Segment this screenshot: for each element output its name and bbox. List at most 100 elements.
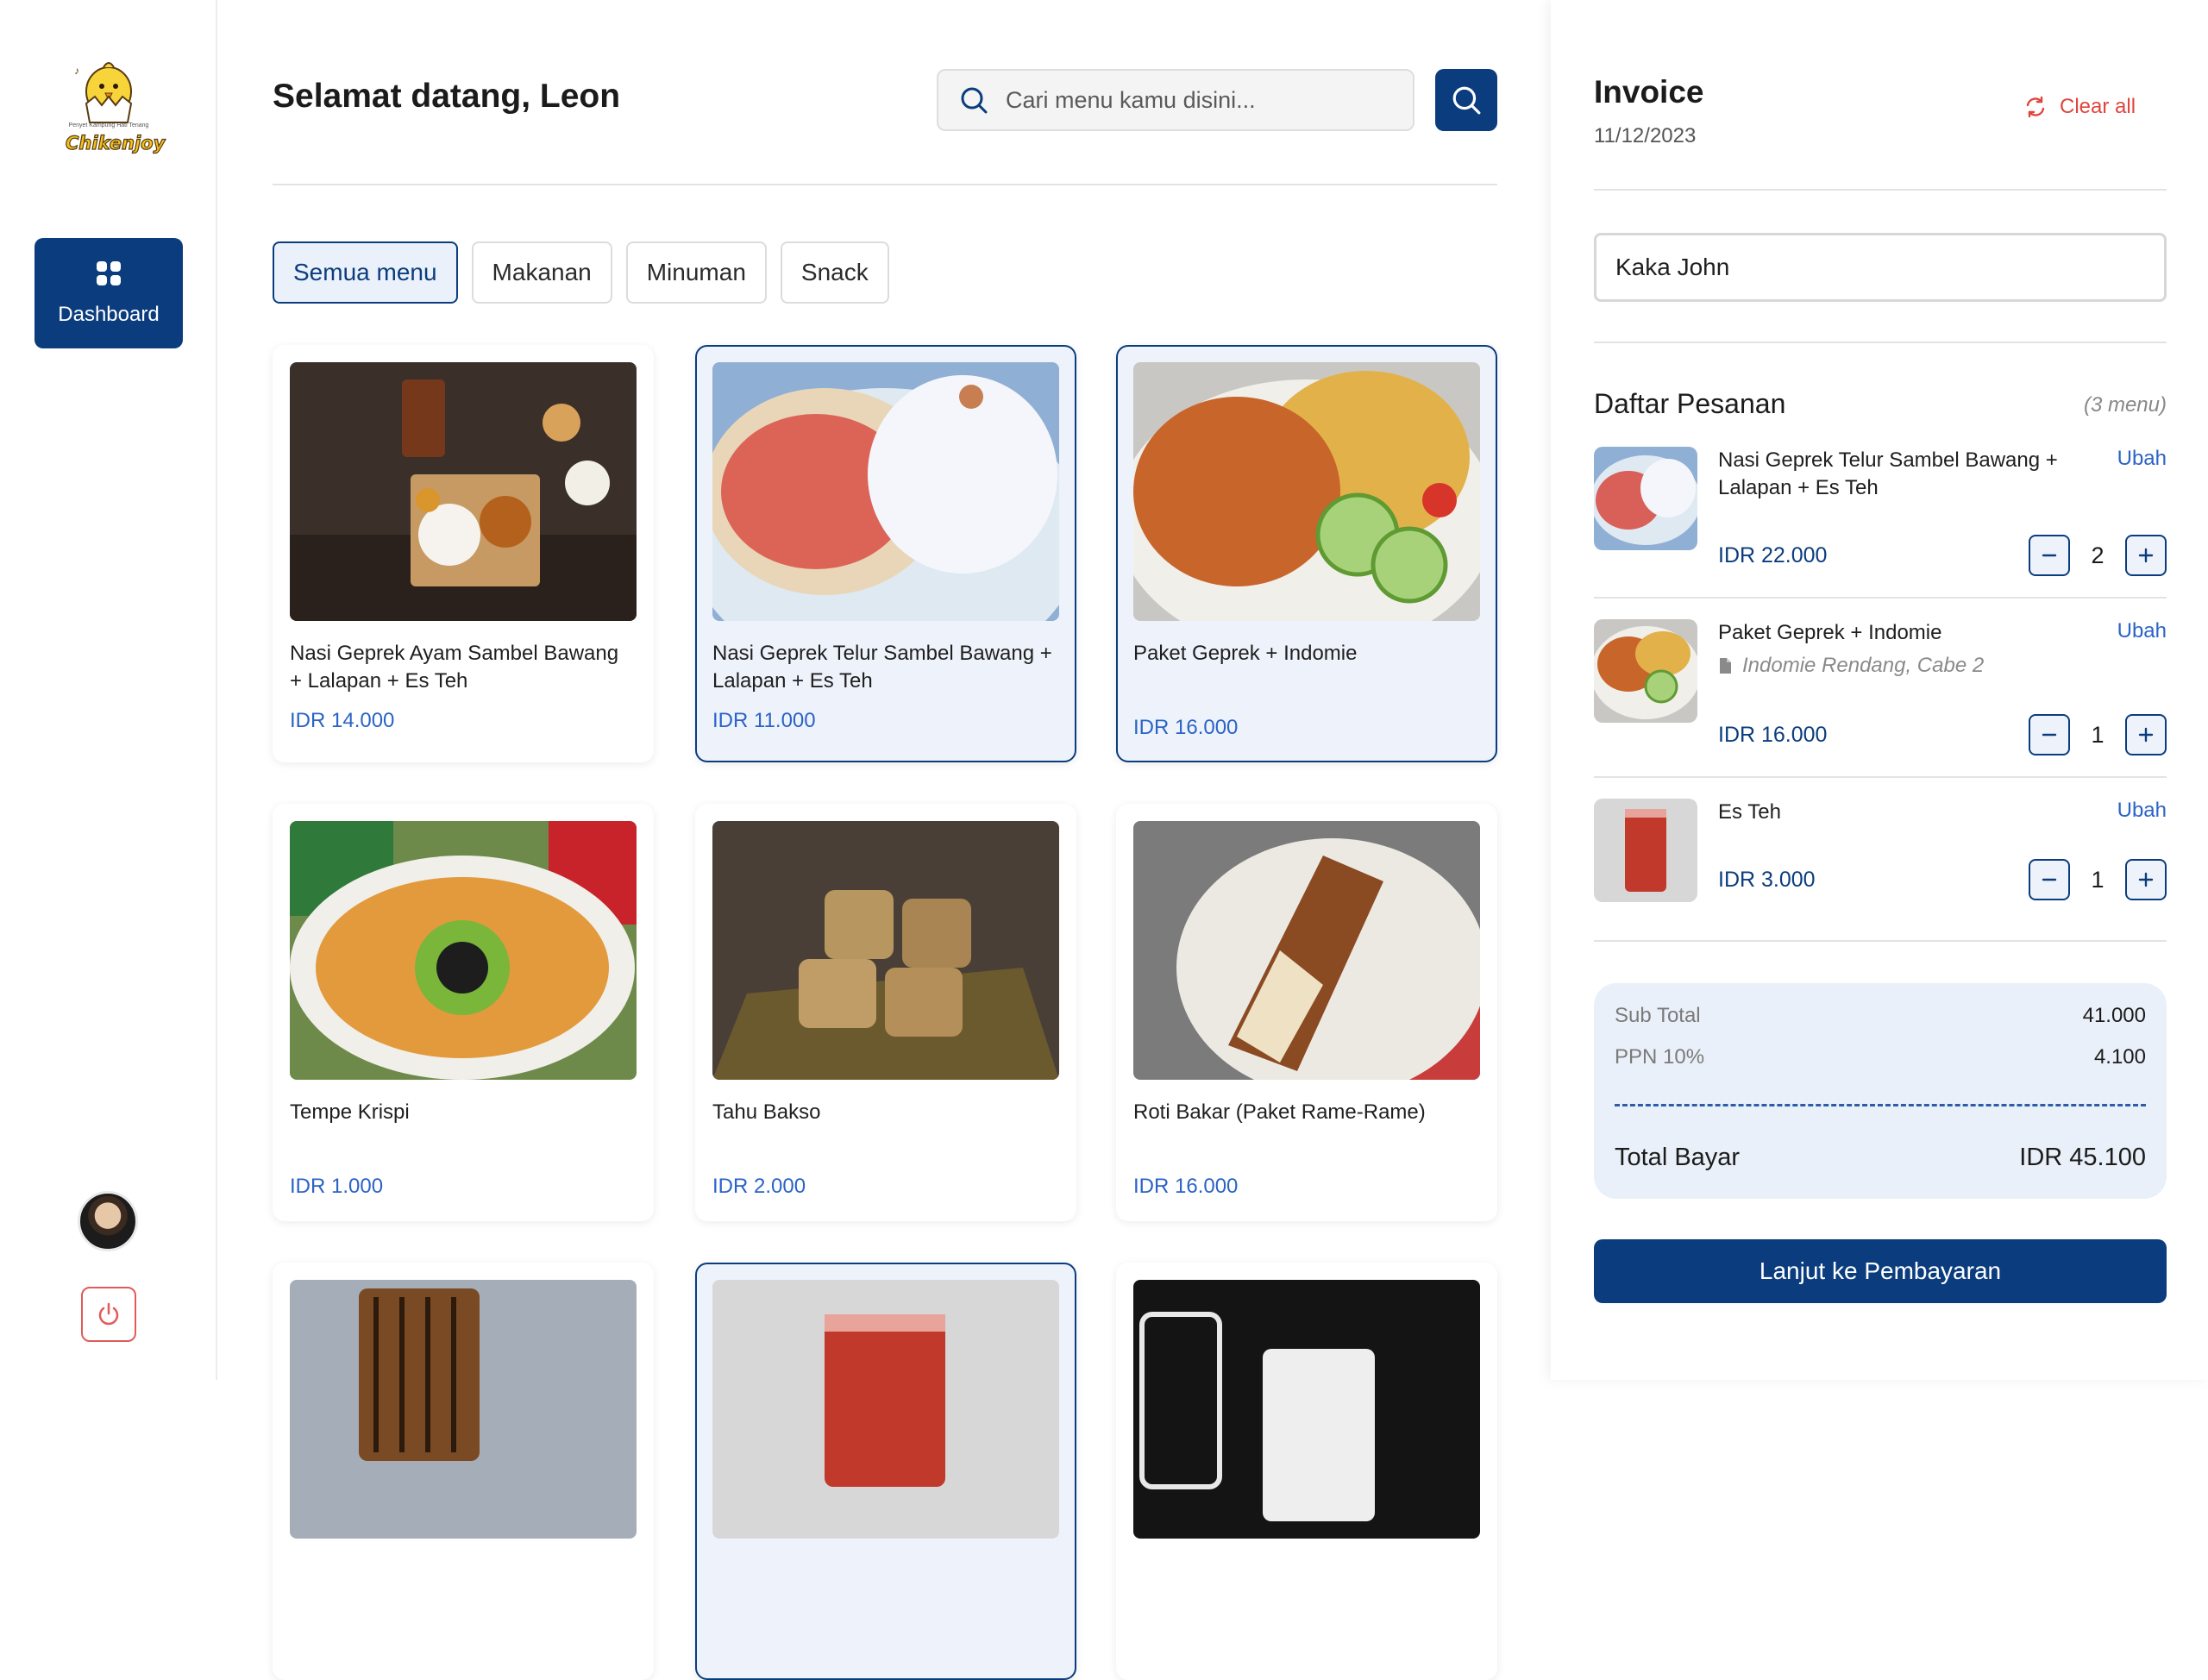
menu-card[interactable]: Roti Bakar (Paket Rame-Rame) IDR 16.000 xyxy=(1116,804,1497,1221)
menu-image xyxy=(290,1280,637,1539)
summary-divider xyxy=(1615,1104,2146,1106)
order-divider xyxy=(1594,776,2167,778)
menu-name: Roti Bakar (Paket Rame-Rame) xyxy=(1133,1100,1426,1124)
search-button[interactable] xyxy=(1435,69,1497,131)
menu-card[interactable]: Tempe Krispi IDR 1.000 xyxy=(273,804,654,1221)
search-icon xyxy=(1452,86,1481,115)
clear-all-button[interactable]: Clear all xyxy=(2023,95,2136,119)
menu-price: IDR 11.000 xyxy=(712,709,816,732)
plus-icon xyxy=(2138,727,2154,743)
tax-row: PPN 10% 4.100 xyxy=(1615,1045,2146,1069)
tab-snack[interactable]: Snack xyxy=(780,241,889,304)
order-price: IDR 3.000 xyxy=(1718,868,1816,892)
order-item: Nasi Geprek Telur Sambel Bawang + Lalapa… xyxy=(1594,447,2167,585)
menu-image xyxy=(712,362,1059,621)
main-content: Selamat datang, Leon Semua menu Makanan … xyxy=(217,0,1551,1680)
payment-summary: Sub Total 41.000 PPN 10% 4.100 Total Bay… xyxy=(1594,983,2167,1199)
quantity-value: 2 xyxy=(2091,542,2104,568)
menu-name: Nasi Geprek Telur Sambel Bawang + Lalapa… xyxy=(712,642,1052,693)
clear-all-label: Clear all xyxy=(2060,95,2136,118)
total-row: Total Bayar IDR 45.100 xyxy=(1615,1144,2146,1172)
order-item: Paket Geprek + Indomie Indomie Rendang, … xyxy=(1594,619,2167,757)
logo-tagline: Penyet Kampung Hati Tenang xyxy=(68,122,149,129)
category-tabs: Semua menu Makanan Minuman Snack xyxy=(273,241,889,304)
brand-logo: ♪ Penyet Kampung Hati Tenang Chikenjoy xyxy=(65,53,166,164)
menu-name: Tahu Bakso xyxy=(712,1100,821,1124)
orders-title: Daftar Pesanan xyxy=(1594,388,1786,419)
menu-image xyxy=(712,1280,1059,1539)
svg-text:♪: ♪ xyxy=(74,65,79,77)
menu-price: IDR 16.000 xyxy=(1133,1175,1239,1198)
minus-icon xyxy=(2042,554,2057,557)
note-file-icon xyxy=(1720,658,1731,674)
orders-count: (3 menu) xyxy=(2083,393,2167,417)
menu-image xyxy=(712,821,1059,1080)
edit-order-link[interactable]: Ubah xyxy=(2117,447,2167,471)
menu-card[interactable] xyxy=(1116,1263,1497,1680)
menu-image xyxy=(1133,821,1480,1080)
search-icon xyxy=(961,87,988,114)
nav-dashboard-label: Dashboard xyxy=(58,303,160,326)
menu-price: IDR 14.000 xyxy=(290,709,395,732)
menu-price: IDR 1.000 xyxy=(290,1175,384,1198)
menu-image xyxy=(290,821,637,1080)
menu-card[interactable]: Nasi Geprek Telur Sambel Bawang + Lalapa… xyxy=(695,345,1076,762)
menu-name: Paket Geprek + Indomie xyxy=(1133,642,1358,665)
subtotal-row: Sub Total 41.000 xyxy=(1615,1004,2146,1028)
order-name: Es Teh xyxy=(1718,800,1781,824)
decrease-button[interactable] xyxy=(2029,714,2070,755)
order-thumbnail xyxy=(1594,619,1697,723)
invoice-divider xyxy=(1594,342,2167,343)
order-note-text: Indomie Rendang, Cabe 2 xyxy=(1742,654,1985,677)
tab-minuman[interactable]: Minuman xyxy=(625,241,767,304)
order-divider xyxy=(1594,597,2167,599)
quantity-value: 1 xyxy=(2091,721,2104,748)
search-input[interactable] xyxy=(1006,86,1368,114)
invoice-panel: Invoice 11/12/2023 Clear all Daftar Pesa… xyxy=(1551,0,2208,1380)
customer-name-input[interactable] xyxy=(1594,233,2167,302)
user-avatar[interactable] xyxy=(78,1191,138,1251)
tax-value: 4.100 xyxy=(2093,1045,2146,1069)
invoice-date: 11/12/2023 xyxy=(1594,124,1697,147)
order-price: IDR 16.000 xyxy=(1718,723,1828,747)
tab-makanan[interactable]: Makanan xyxy=(471,241,612,304)
edit-order-link[interactable]: Ubah xyxy=(2117,619,2167,643)
search-field[interactable] xyxy=(937,69,1414,131)
menu-image xyxy=(1133,1280,1480,1539)
total-value: IDR 45.100 xyxy=(2019,1144,2146,1171)
order-thumbnail xyxy=(1594,447,1697,550)
menu-card[interactable]: Nasi Geprek Ayam Sambel Bawang + Lalapan… xyxy=(273,345,654,762)
decrease-button[interactable] xyxy=(2029,859,2070,900)
increase-button[interactable] xyxy=(2125,535,2167,576)
quantity-value: 1 xyxy=(2091,866,2104,893)
logout-button[interactable] xyxy=(81,1287,136,1342)
edit-order-link[interactable]: Ubah xyxy=(2117,799,2167,823)
minus-icon xyxy=(2042,878,2057,881)
sidebar: ♪ Penyet Kampung Hati Tenang Chikenjoy D… xyxy=(0,0,217,1380)
menu-card[interactable] xyxy=(273,1263,654,1680)
decrease-button[interactable] xyxy=(2029,535,2070,576)
invoice-divider xyxy=(1594,189,2167,191)
increase-button[interactable] xyxy=(2125,714,2167,755)
quantity-stepper: 1 xyxy=(2029,714,2167,755)
total-label: Total Bayar xyxy=(1615,1144,1741,1171)
order-item: Es Teh Ubah IDR 3.000 1 xyxy=(1594,799,2167,911)
tab-semua-menu[interactable]: Semua menu xyxy=(273,241,458,304)
plus-icon xyxy=(2138,872,2154,887)
menu-price: IDR 2.000 xyxy=(712,1175,806,1198)
menu-card[interactable]: Paket Geprek + Indomie IDR 16.000 xyxy=(1116,345,1497,762)
menu-card[interactable]: Tahu Bakso IDR 2.000 xyxy=(695,804,1076,1221)
tax-label: PPN 10% xyxy=(1615,1045,1705,1069)
refresh-icon xyxy=(2026,96,2045,118)
invoice-title: Invoice xyxy=(1594,74,1704,110)
power-icon xyxy=(98,1302,119,1326)
order-price: IDR 22.000 xyxy=(1718,543,1828,567)
menu-card[interactable] xyxy=(695,1263,1076,1680)
nav-dashboard[interactable]: Dashboard xyxy=(34,238,183,348)
greeting-title: Selamat datang, Leon xyxy=(273,78,621,115)
order-note: Indomie Rendang, Cabe 2 xyxy=(1718,654,1984,678)
proceed-payment-button[interactable]: Lanjut ke Pembayaran xyxy=(1594,1239,2167,1303)
menu-image xyxy=(290,362,637,621)
order-name: Paket Geprek + Indomie xyxy=(1718,621,1942,644)
increase-button[interactable] xyxy=(2125,859,2167,900)
